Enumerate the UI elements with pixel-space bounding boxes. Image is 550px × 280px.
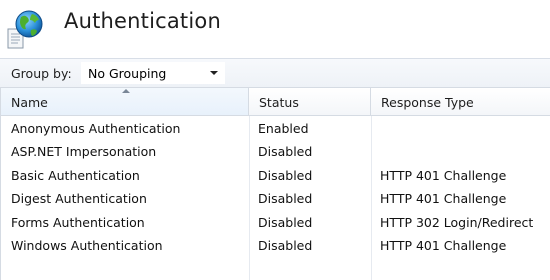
table-row[interactable]: Forms Authentication Disabled HTTP 302 L… (1, 212, 550, 235)
row-status: Disabled (258, 191, 313, 207)
group-by-dropdown[interactable]: No Grouping (81, 62, 225, 84)
group-by-value: No Grouping (88, 66, 167, 81)
column-header-status-label: Status (259, 95, 299, 110)
table-row[interactable]: Digest Authentication Disabled HTTP 401 … (1, 188, 550, 211)
row-response-type: HTTP 302 Login/Redirect (380, 214, 534, 230)
table-body: Anonymous Authentication Enabled ASP.NET… (1, 118, 550, 258)
chevron-down-icon[interactable] (210, 71, 218, 75)
table-row[interactable]: Anonymous Authentication Enabled (1, 118, 550, 141)
group-by-label: Group by: (11, 66, 72, 81)
page-title: Authentication (64, 9, 221, 33)
group-by-toolbar: Group by: No Grouping (0, 58, 550, 87)
row-name: Windows Authentication (11, 237, 163, 253)
column-header-name-label: Name (11, 95, 48, 110)
page-header: Authentication (0, 0, 550, 58)
column-header-name[interactable]: Name (1, 88, 249, 115)
table-row[interactable]: ASP.NET Impersonation Disabled (1, 141, 550, 164)
row-status: Disabled (258, 237, 313, 253)
column-header-response-type-label: Response Type (381, 95, 474, 110)
row-response-type: HTTP 401 Challenge (380, 191, 507, 207)
features-table: Name Status Response Type Anonymous Auth… (0, 87, 550, 280)
sort-ascending-icon (122, 89, 130, 93)
row-status: Disabled (258, 214, 313, 230)
column-header-response-type[interactable]: Response Type (371, 88, 550, 115)
row-name: Forms Authentication (11, 214, 145, 230)
row-name: Anonymous Authentication (11, 121, 181, 136)
row-response-type: HTTP 401 Challenge (380, 167, 507, 183)
authentication-feature-icon (5, 8, 45, 50)
row-status: Disabled (258, 167, 313, 183)
row-response-type: HTTP 401 Challenge (380, 237, 507, 253)
table-header-row: Name Status Response Type (1, 87, 550, 116)
table-row[interactable]: Basic Authentication Disabled HTTP 401 C… (1, 165, 550, 188)
row-name: Digest Authentication (11, 191, 147, 207)
row-status: Enabled (258, 121, 309, 136)
row-status: Disabled (258, 144, 313, 160)
row-name: ASP.NET Impersonation (11, 144, 157, 160)
table-row[interactable]: Windows Authentication Disabled HTTP 401… (1, 235, 550, 258)
row-name: Basic Authentication (11, 167, 140, 183)
column-header-status[interactable]: Status (249, 88, 371, 115)
